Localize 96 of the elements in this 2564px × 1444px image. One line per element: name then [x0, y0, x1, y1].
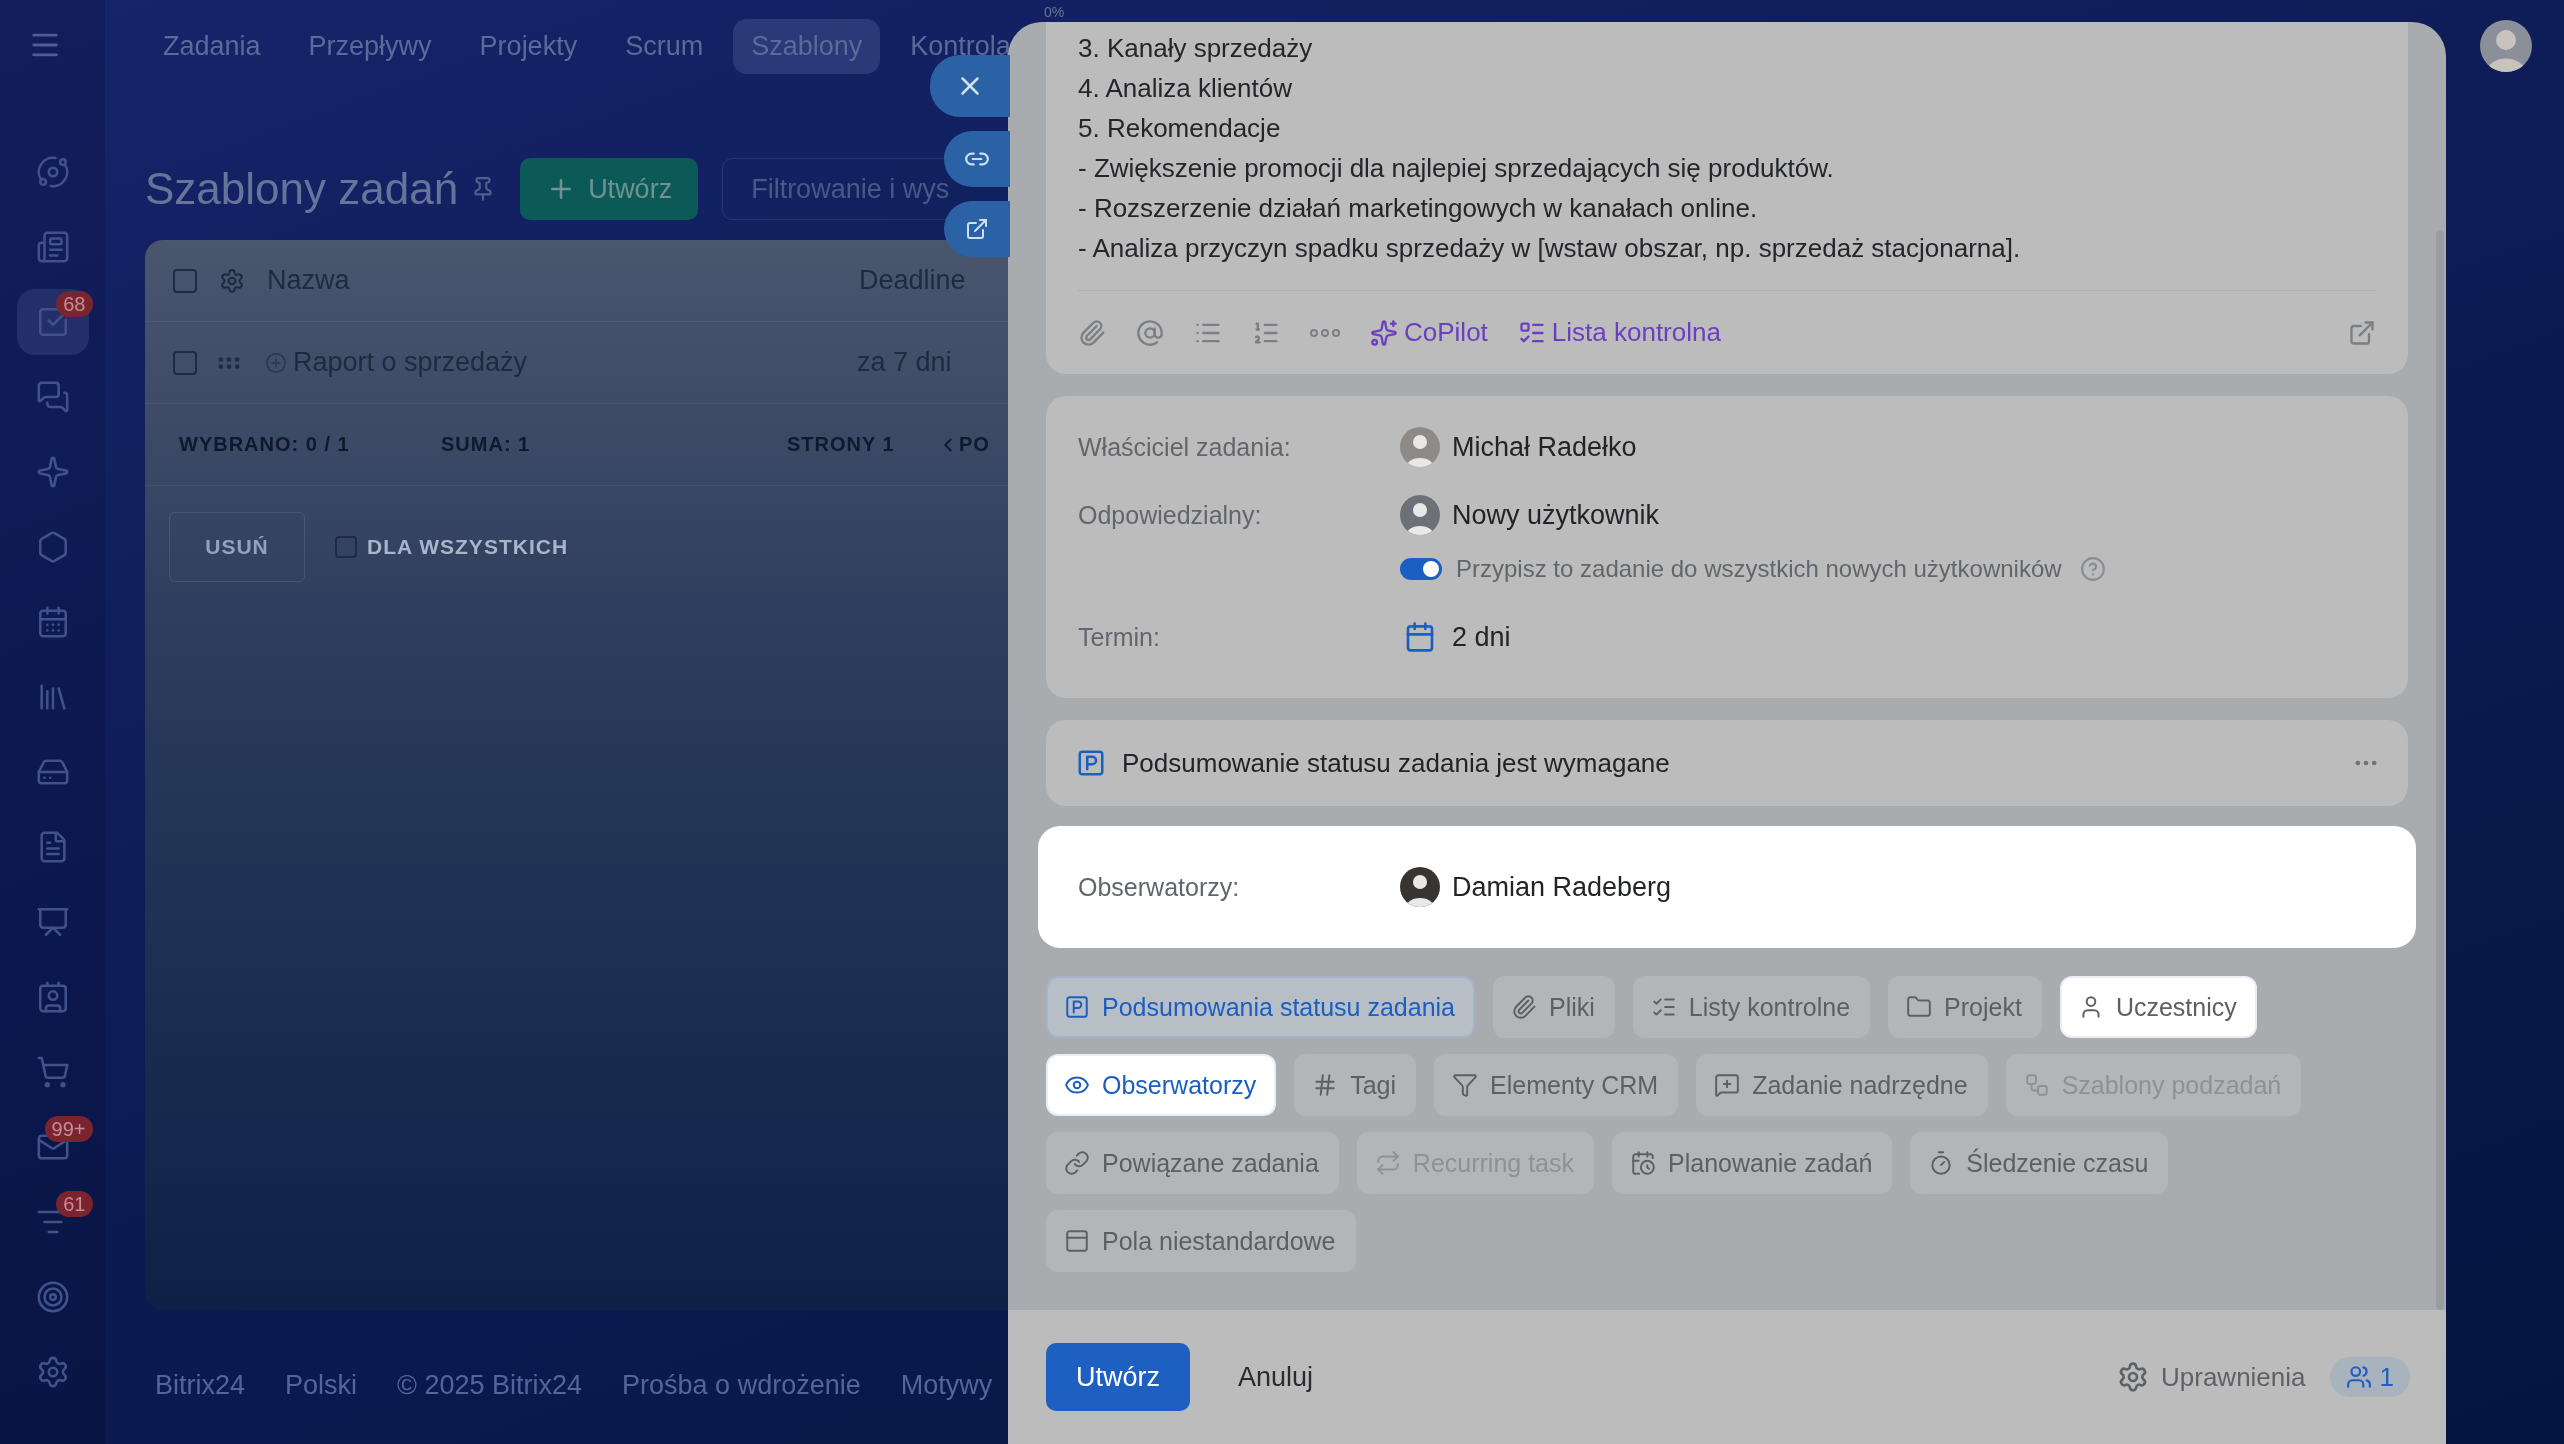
checkbox[interactable] — [173, 350, 197, 375]
nav-tab[interactable]: Projekty — [461, 18, 596, 74]
external-link-icon — [2348, 318, 2376, 347]
description-line: - Analiza przyczyn spadku sprzedaży w [wstaw obszar, np. sprzedaż stacjonarna]. — [1078, 232, 2022, 265]
repeat-icon — [1374, 1150, 1401, 1176]
summary-title: Podsumowanie statusu zadania jest wymagane — [1122, 747, 1670, 779]
target-icon — [35, 1280, 70, 1314]
prev-link[interactable]: PO — [959, 433, 990, 456]
newspaper-icon — [35, 230, 70, 264]
avatar[interactable] — [2480, 20, 2532, 72]
members-count-button[interactable]: 1 — [2329, 1357, 2410, 1397]
count-badge: 61 — [56, 1191, 93, 1217]
gear-icon[interactable] — [219, 267, 245, 294]
users-icon — [2345, 1364, 2372, 1390]
footer-link[interactable]: Motywy — [900, 1370, 993, 1401]
field-label: Odpowiedzialny: — [1078, 500, 1263, 530]
toggle-switch[interactable] — [1400, 558, 1442, 580]
funnel-icon — [1452, 1072, 1479, 1098]
section-chip[interactable]: Śledzenie czasu — [1910, 1132, 2169, 1194]
more-icon — [1310, 328, 1340, 337]
mention-button[interactable] — [1136, 318, 1164, 347]
help-icon[interactable] — [2079, 556, 2106, 582]
checkbox[interactable] — [173, 268, 197, 293]
description-line: 4. Analiza klientów — [1078, 72, 1293, 105]
section-chip[interactable]: Pliki — [1493, 976, 1615, 1038]
panel-icon — [1064, 1228, 1090, 1254]
external-link-icon — [965, 217, 989, 241]
checklist-button[interactable]: Lista kontrolna — [1517, 317, 1721, 348]
cart-icon — [35, 1055, 70, 1089]
person-name[interactable]: Michał Radełko — [1452, 431, 1637, 463]
nav-tab[interactable]: Zadania — [145, 18, 279, 74]
section-chip[interactable]: Listy kontrolne — [1632, 976, 1871, 1038]
person-name[interactable]: Nowy użytkownik — [1452, 499, 1660, 531]
squares-icon — [2023, 1072, 2050, 1098]
person-name[interactable]: Damian Radeberg — [1452, 871, 1672, 903]
calendar-icon — [1404, 621, 1436, 653]
permissions-button[interactable]: Uprawnienia — [2111, 1360, 2312, 1394]
total-count: SUMA: 1 — [441, 433, 532, 456]
count-badge: 68 — [56, 291, 93, 317]
presentation-icon — [35, 905, 70, 939]
copilot-button[interactable]: CoPilot — [1370, 317, 1488, 348]
section-chip[interactable]: Obserwatorzy — [1046, 1054, 1277, 1116]
attach-button[interactable] — [1078, 318, 1106, 347]
deadline-value[interactable]: 2 dni — [1452, 621, 1511, 653]
toggle-label: Przypisz to zadanie do wszystkich nowych użytkowników — [1456, 555, 2062, 583]
at-sign-icon — [1136, 318, 1164, 347]
avatar — [1400, 427, 1440, 467]
section-chip[interactable]: Elementy CRM — [1434, 1054, 1679, 1116]
paperclip-icon — [1078, 318, 1106, 347]
progress-label: 0% — [1044, 4, 1065, 20]
section-chip[interactable]: Zadanie nadrzędne — [1696, 1054, 1988, 1116]
field-label: Obserwatorzy: — [1078, 872, 1241, 902]
description-line: 3. Kanały sprzedaży — [1078, 32, 1314, 65]
chat-icon — [35, 380, 70, 414]
section-chip[interactable]: Pola niestandardowe — [1046, 1210, 1356, 1272]
field-label: Właściciel zadania: — [1078, 432, 1292, 462]
square-p-icon — [1076, 748, 1106, 778]
close-button[interactable] — [930, 55, 1010, 117]
orbit-icon — [35, 155, 70, 189]
user-avatar — [1400, 495, 1440, 535]
cancel-button[interactable]: Anuluj — [1208, 1343, 1344, 1411]
sparkles-icon — [1370, 318, 1398, 347]
count-badge: 99+ — [44, 1116, 93, 1142]
section-chip[interactable]: Powiązane zadania — [1046, 1132, 1339, 1194]
section-chip[interactable]: Uczestnicy — [2059, 976, 2257, 1038]
square-p-icon — [1064, 994, 1090, 1020]
footer-link[interactable]: Bitrix24 — [155, 1370, 246, 1401]
more-button[interactable] — [1310, 328, 1340, 337]
nav-tab[interactable]: Scrum — [607, 18, 722, 74]
for-all-checkbox[interactable]: DLA WSZYSTKICH — [335, 535, 569, 559]
section-chip[interactable]: Projekt — [1888, 976, 2042, 1038]
delete-button[interactable]: USUŃ — [169, 512, 305, 582]
link-icon — [1064, 1150, 1090, 1176]
page-title: Szablony zadań — [145, 164, 459, 214]
section-chip[interactable]: Tagi — [1294, 1054, 1417, 1116]
avatar — [1400, 867, 1440, 907]
footer-link[interactable]: Polski — [285, 1370, 358, 1401]
paperclip-icon — [1511, 994, 1537, 1020]
description-line: 5. Rekomendacje — [1078, 112, 1282, 145]
calendar-clock-icon — [1630, 1150, 1656, 1176]
field-label: Termin: — [1078, 622, 1161, 652]
scrollbar[interactable] — [2436, 230, 2444, 1310]
nav-tab[interactable]: Przepływy — [290, 18, 450, 74]
create-button[interactable]: Utwórz — [520, 158, 699, 220]
page-count: STRONY 1 — [787, 433, 896, 456]
footer-link[interactable]: © 2025 Bitrix24 — [397, 1370, 583, 1401]
gear-icon — [2117, 1361, 2149, 1393]
create-button[interactable]: Utwórz — [1046, 1343, 1190, 1411]
selected-count: WYBRANO: 0 / 1 — [179, 433, 351, 456]
expand-button[interactable] — [2348, 318, 2376, 347]
section-chip[interactable]: Planowanie zadań — [1612, 1132, 1893, 1194]
folder-icon — [1906, 994, 1933, 1020]
sparkle-icon — [35, 455, 70, 489]
square-plus-icon — [1714, 1072, 1741, 1098]
footer-link[interactable]: Prośba o wdrożenie — [622, 1370, 861, 1401]
section-chip[interactable]: Podsumowania statusu zadania — [1046, 976, 1475, 1038]
